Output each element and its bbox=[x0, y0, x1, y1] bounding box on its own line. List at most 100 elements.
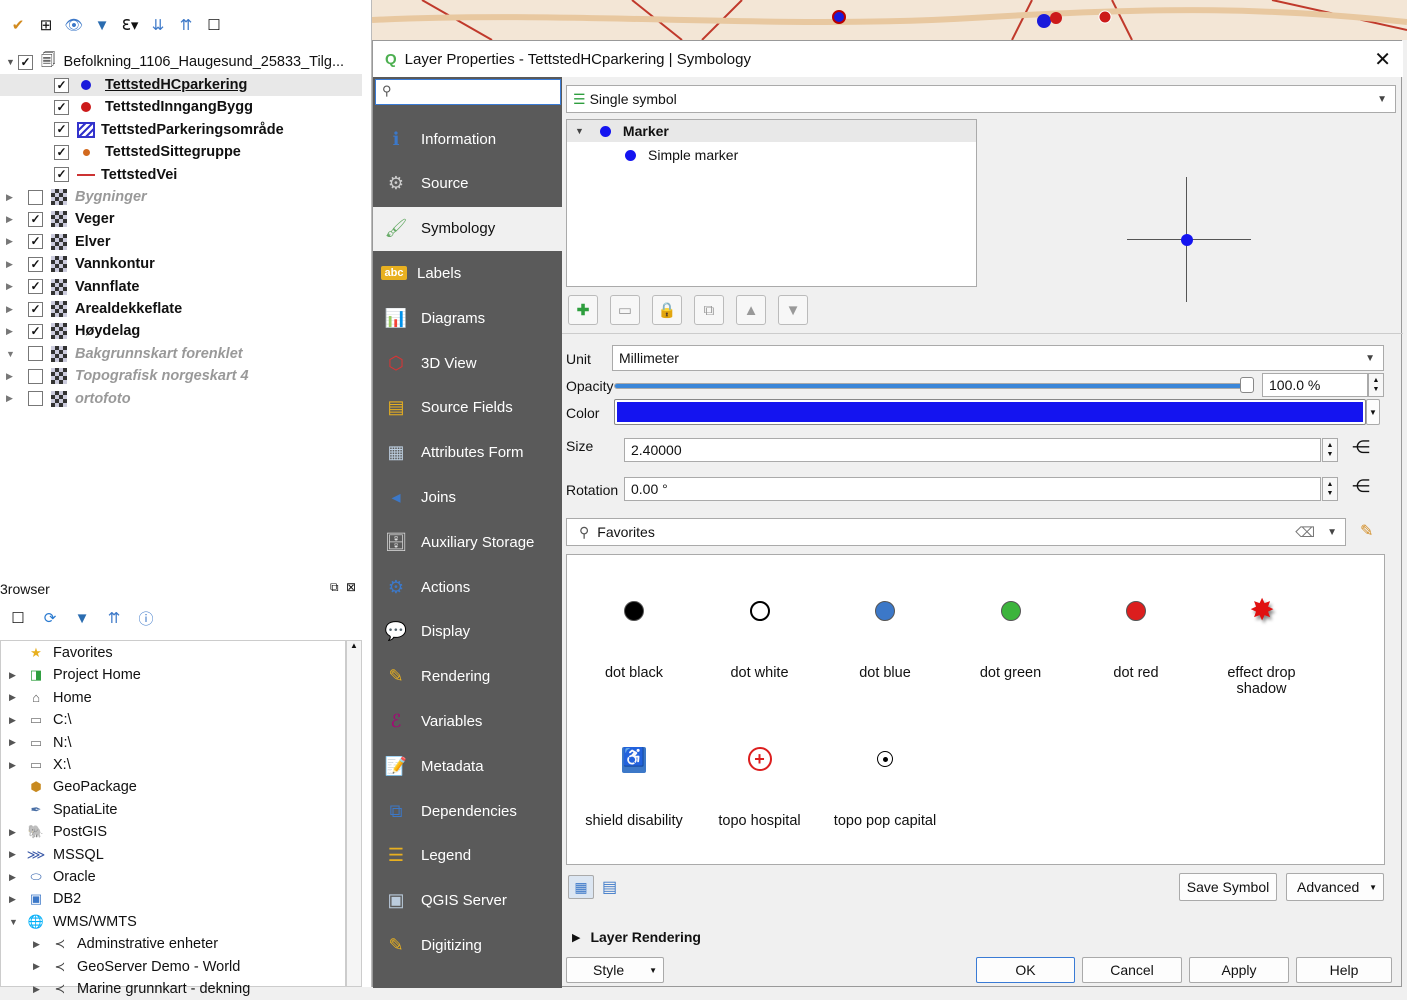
nav-item-attributes-form[interactable]: ▦ Attributes Form bbox=[373, 431, 562, 475]
browser-item[interactable]: ▶ ⌂ Home bbox=[9, 687, 92, 709]
style-manager-icon[interactable]: ✎ bbox=[1360, 521, 1373, 541]
checkbox[interactable]: ✓ bbox=[54, 144, 69, 160]
expand-arrow-icon[interactable]: ▶ bbox=[9, 894, 27, 905]
browser-item[interactable]: ▶ ≺ Adminstrative enheter bbox=[33, 933, 218, 955]
layer-row[interactable]: ▼ Bakgrunnskart forenklet bbox=[0, 343, 243, 365]
expand-arrow-icon[interactable]: ▶ bbox=[6, 214, 18, 225]
unit-select[interactable]: Millimeter ▼ bbox=[612, 345, 1384, 371]
layer-row[interactable]: ▶ ✓ Arealdekkeflate bbox=[0, 298, 182, 320]
chevron-down-icon[interactable]: ▼ bbox=[1327, 527, 1337, 538]
nav-item-source[interactable]: ⚙ Source bbox=[373, 162, 562, 206]
symbol-capital-icon[interactable] bbox=[873, 747, 897, 771]
browser-item[interactable]: ★ Favorites bbox=[9, 642, 112, 664]
data-defined-override-icon[interactable]: ⋲ bbox=[1352, 437, 1370, 458]
expand-arrow-icon[interactable]: ▶ bbox=[33, 961, 51, 972]
expand-arrow-icon[interactable]: ▶ bbox=[9, 849, 27, 860]
rotation-spinbox[interactable]: 0.00 ° bbox=[624, 477, 1321, 501]
expand-arrow-icon[interactable]: ▶ bbox=[9, 670, 27, 681]
expand-arrow-icon[interactable]: ▶ bbox=[6, 259, 18, 270]
list-view-icon[interactable]: ▤ bbox=[602, 877, 617, 897]
expand-arrow-icon[interactable]: ▶ bbox=[6, 236, 18, 247]
layer-row[interactable]: ✓ TettstedParkeringsområde bbox=[0, 119, 284, 141]
checkbox[interactable]: ✓ bbox=[54, 99, 69, 115]
opacity-spinbox[interactable]: 100.0 % bbox=[1262, 373, 1368, 397]
nav-item-diagrams[interactable]: 📊 Diagrams bbox=[373, 296, 562, 340]
symbol-ring-icon[interactable] bbox=[748, 599, 772, 623]
collapse-icon[interactable]: ⇈ bbox=[104, 608, 124, 628]
nav-item-display[interactable]: 💬 Display bbox=[373, 610, 562, 654]
checkbox[interactable]: ✓ bbox=[54, 167, 69, 183]
add-icon[interactable]: ☐ bbox=[8, 608, 28, 628]
filter-expression-icon[interactable]: ℇ▾ bbox=[120, 15, 140, 35]
nav-item-variables[interactable]: ℰ Variables bbox=[373, 699, 562, 743]
nav-item-digitizing[interactable]: ✎ Digitizing bbox=[373, 923, 562, 967]
nav-item-information[interactable]: ℹ Information bbox=[373, 117, 562, 161]
browser-item[interactable]: ▶ 🐘 PostGIS bbox=[9, 821, 107, 843]
checkbox[interactable] bbox=[28, 391, 43, 407]
remove-symbol-layer-button[interactable]: ▭ bbox=[610, 295, 640, 325]
expand-arrow-icon[interactable]: ▼ bbox=[6, 349, 18, 359]
expand-arrow-icon[interactable]: ▶ bbox=[9, 760, 27, 771]
style-icon[interactable]: ✔ bbox=[8, 15, 28, 35]
expand-arrow-icon[interactable]: ▼ bbox=[9, 917, 27, 927]
browser-item[interactable]: ▶ ◨ Project Home bbox=[9, 664, 141, 686]
refresh-icon[interactable]: ⟳ bbox=[40, 608, 60, 628]
nav-item-labels[interactable]: abc Labels bbox=[373, 251, 562, 295]
browser-item[interactable]: ▼ 🌐 WMS/WMTS bbox=[9, 911, 137, 933]
tree-child-row[interactable]: Simple marker bbox=[567, 144, 738, 166]
browser-scrollbar[interactable]: ▲ bbox=[346, 640, 362, 987]
save-symbol-button[interactable]: Save Symbol bbox=[1179, 873, 1277, 901]
info-icon[interactable]: ⓘ bbox=[136, 608, 156, 628]
nav-item-3d-view[interactable]: ⬡ 3D View bbox=[373, 341, 562, 385]
nav-item-legend[interactable]: ☰ Legend bbox=[373, 834, 562, 878]
expand-arrow-icon[interactable]: ▶ bbox=[6, 192, 18, 203]
style-button[interactable]: Style ▼ bbox=[566, 957, 664, 983]
collapse-all-icon[interactable]: ⇈ bbox=[176, 15, 196, 35]
color-button[interactable] bbox=[614, 399, 1366, 425]
help-button[interactable]: Help bbox=[1296, 957, 1392, 983]
close-icon[interactable]: ⊠ bbox=[346, 580, 356, 594]
opacity-slider[interactable] bbox=[614, 383, 1249, 389]
browser-item[interactable]: ▶ ⋙ MSSQL bbox=[9, 844, 104, 866]
expand-arrow-icon[interactable]: ▶ bbox=[9, 872, 27, 883]
clear-icon[interactable]: ⌫ bbox=[1295, 524, 1315, 541]
expand-arrow-icon[interactable]: ▶ bbox=[6, 281, 18, 292]
size-spinbox[interactable]: 2.40000 bbox=[624, 438, 1321, 462]
symbol-library-search[interactable]: ⚲ Favorites ⌫ ▼ bbox=[566, 518, 1346, 546]
symbol-dot-icon[interactable] bbox=[622, 599, 646, 623]
layer-row[interactable]: ▶ ✓ Elver bbox=[0, 231, 110, 253]
checkbox[interactable] bbox=[28, 346, 43, 362]
nav-search-input[interactable]: ⚲ bbox=[375, 79, 561, 105]
renderer-select[interactable]: ☰ Single symbol ▼ bbox=[566, 85, 1396, 113]
move-down-button[interactable]: ▼ bbox=[778, 295, 808, 325]
browser-item[interactable]: ▶ ▭ N:\ bbox=[9, 732, 72, 754]
layer-row[interactable]: ▶ ✓ Høydelag bbox=[0, 320, 140, 342]
symbol-star-icon[interactable]: ✸ bbox=[1250, 596, 1275, 626]
browser-item[interactable]: ✒ SpatiaLite bbox=[9, 799, 118, 821]
browser-item[interactable]: ▶ ▭ X:\ bbox=[9, 754, 71, 776]
expand-arrow-icon[interactable]: ▶ bbox=[33, 984, 51, 995]
icon-view-button[interactable]: ▦ bbox=[568, 875, 594, 899]
expand-arrow-icon[interactable]: ▶ bbox=[6, 304, 18, 315]
symbol-dot-icon[interactable] bbox=[873, 599, 897, 623]
tree-root-row[interactable]: ▼ Marker bbox=[567, 120, 976, 142]
layer-row[interactable]: ▶ ✓ Vannkontur bbox=[0, 253, 155, 275]
lock-symbol-layer-button[interactable]: 🔒 bbox=[652, 295, 682, 325]
layer-row[interactable]: ✓ TettstedSittegruppe bbox=[0, 141, 241, 163]
expand-arrow-icon[interactable]: ▶ bbox=[6, 326, 18, 337]
checkbox[interactable]: ✓ bbox=[28, 211, 43, 227]
expand-arrow-icon[interactable]: ▶ bbox=[9, 715, 27, 726]
browser-item[interactable]: ▶ ≺ Marine grunnkart - dekning bbox=[33, 978, 250, 1000]
rotation-spin-buttons[interactable]: ▲ ▼ bbox=[1322, 477, 1338, 501]
symbol-disability-icon[interactable]: ♿ bbox=[622, 747, 646, 773]
expand-arrow-icon[interactable]: ▶ bbox=[9, 737, 27, 748]
remove-layer-icon[interactable]: ☐ bbox=[204, 15, 224, 35]
collapse-arrow-icon[interactable]: ▼ bbox=[575, 126, 584, 136]
browser-item[interactable]: ▶ ▭ C:\ bbox=[9, 709, 72, 731]
checkbox[interactable]: ✓ bbox=[18, 54, 33, 70]
expand-arrow-icon[interactable]: ▶ bbox=[6, 393, 18, 404]
browser-item[interactable]: ▶ ≺ GeoServer Demo - World bbox=[33, 956, 240, 978]
checkbox[interactable] bbox=[28, 189, 43, 205]
nav-item-joins[interactable]: ◂ Joins bbox=[373, 475, 562, 519]
visibility-icon[interactable]: 👁 bbox=[64, 15, 84, 35]
